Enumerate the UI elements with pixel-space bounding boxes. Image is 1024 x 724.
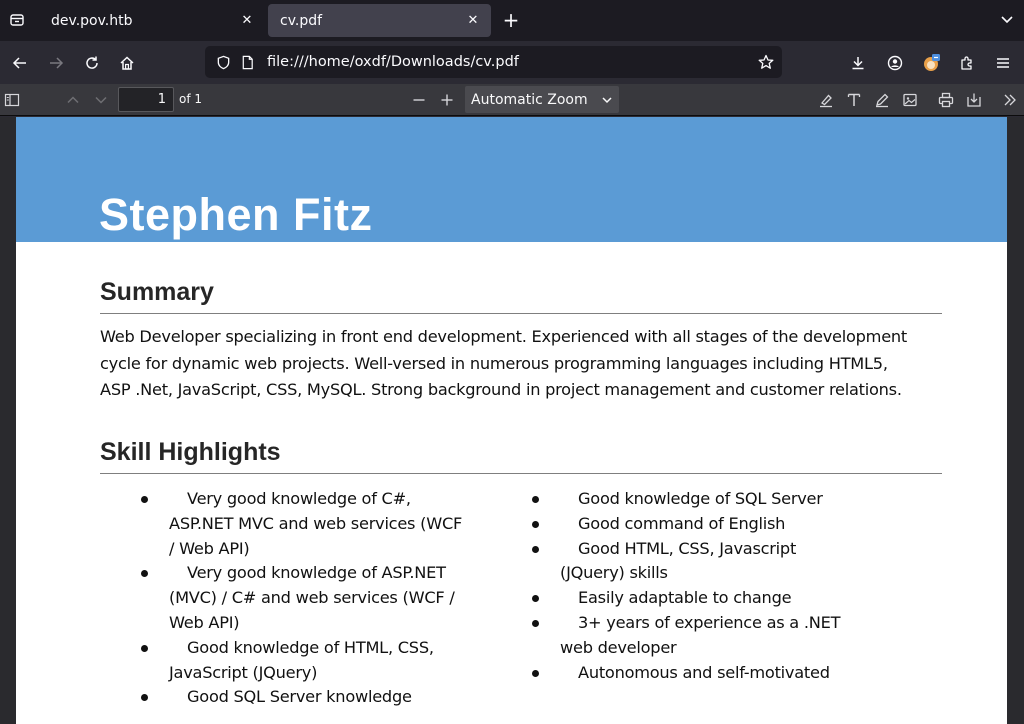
- bullet-icon: [532, 496, 539, 503]
- list-item: Good knowledge of HTML, CSS, JavaScript …: [141, 636, 489, 686]
- summary-divider: [100, 313, 942, 314]
- list-item: Very good knowledge of C#, ASP.NET MVC a…: [141, 487, 489, 561]
- name-banner: Stephen Fitz: [16, 117, 1007, 242]
- summary-line: ASP .Net, JavaScript, CSS, MySQL. Strong…: [100, 380, 902, 399]
- back-arrow-icon[interactable]: [7, 50, 33, 76]
- bookmark-star-icon[interactable]: [754, 50, 778, 74]
- tools-overflow-icon[interactable]: [998, 88, 1022, 112]
- forward-arrow-icon[interactable]: [43, 50, 69, 76]
- skill-text: Good SQL Server knowledge: [187, 687, 412, 707]
- skill-text: (JQuery) skills: [560, 563, 668, 583]
- firefox-view-icon[interactable]: [6, 9, 28, 31]
- skills-divider: [100, 473, 942, 474]
- new-tab-icon[interactable]: +: [500, 8, 522, 32]
- tab-bar: dev.pov.htb ✕ cv.pdf ✕ +: [0, 0, 1024, 41]
- zoom-select[interactable]: Automatic Zoom: [465, 86, 619, 113]
- skill-text: ASP.NET MVC and web services (WCF: [169, 513, 463, 533]
- pdf-toolbar: 1 of 1 Automatic Zoom: [0, 84, 1024, 116]
- skill-text: Web API): [169, 612, 240, 632]
- previous-page-icon[interactable]: [61, 88, 85, 112]
- skill-text: 3+ years of experience as a .NET: [578, 612, 841, 632]
- downloads-icon[interactable]: [845, 50, 871, 76]
- text-tool-icon[interactable]: [842, 88, 866, 112]
- zoom-out-icon[interactable]: [407, 88, 431, 112]
- summary-heading: Summary: [100, 278, 214, 306]
- page-icon[interactable]: [235, 50, 259, 74]
- navigation-bar: file:///home/oxdf/Downloads/cv.pdf: [0, 41, 1024, 84]
- zoom-in-icon[interactable]: [435, 88, 459, 112]
- url-text[interactable]: file:///home/oxdf/Downloads/cv.pdf: [267, 54, 754, 70]
- summary-line: Web Developer specializing in front end …: [100, 327, 908, 346]
- list-item: Easily adaptable to change: [532, 586, 860, 611]
- skill-text: (MVC) / C# and web services (WCF /: [169, 588, 455, 608]
- skill-text: Good command of English: [578, 513, 786, 533]
- list-item: Good command of English: [532, 512, 860, 537]
- chevron-down-icon: [595, 94, 619, 106]
- page-number-input[interactable]: 1: [118, 87, 174, 112]
- bullet-icon: [141, 570, 148, 578]
- bullet-icon: [141, 496, 148, 503]
- bullet-icon: [141, 644, 148, 652]
- list-item: Autonomous and self-motivated: [532, 661, 860, 686]
- save-download-icon[interactable]: [962, 88, 986, 112]
- add-image-icon[interactable]: [898, 88, 922, 112]
- skill-text: JavaScript (JQuery): [169, 662, 318, 682]
- skill-text: Good knowledge of HTML, CSS,: [187, 637, 434, 657]
- extension-fox-icon[interactable]: [918, 50, 944, 76]
- extensions-puzzle-icon[interactable]: [954, 50, 980, 76]
- skill-text: Very good knowledge of C#,: [187, 489, 411, 508]
- summary-paragraph: Web Developer specializing in front end …: [100, 324, 950, 404]
- list-item: 3+ years of experience as a .NET web dev…: [532, 611, 860, 661]
- print-icon[interactable]: [934, 88, 958, 112]
- account-icon[interactable]: [882, 50, 908, 76]
- list-item: Good SQL Server knowledge: [141, 685, 489, 710]
- pdf-page: Stephen Fitz Summary Web Developer speci…: [16, 117, 1007, 724]
- skill-text: / Web API): [169, 538, 250, 558]
- bullet-icon: [532, 595, 539, 603]
- skill-text: web developer: [560, 637, 677, 657]
- skills-list-right: Good knowledge of SQL Server Good comman…: [532, 487, 860, 686]
- sidebar-toggle-icon[interactable]: [0, 88, 24, 112]
- tab-dev-pov[interactable]: dev.pov.htb ✕: [39, 4, 265, 37]
- skills-heading: Skill Highlights: [100, 438, 281, 466]
- page-count: of 1: [179, 92, 203, 106]
- skill-text: Good HTML, CSS, Javascript: [578, 538, 797, 558]
- tab-title: dev.pov.htb: [51, 12, 133, 29]
- bullet-icon: [532, 545, 539, 553]
- skill-text: Very good knowledge of ASP.NET: [187, 563, 446, 583]
- candidate-name: Stephen Fitz: [99, 189, 373, 240]
- tab-title: cv.pdf: [280, 12, 323, 29]
- draw-pen-icon[interactable]: [870, 88, 894, 112]
- pdf-viewer[interactable]: Stephen Fitz Summary Web Developer speci…: [0, 117, 1024, 724]
- menu-hamburger-icon[interactable]: [990, 50, 1016, 76]
- skill-text: Good knowledge of SQL Server: [578, 489, 823, 508]
- list-item: Good HTML, CSS, Javascript (JQuery) skil…: [532, 537, 860, 587]
- bullet-icon: [141, 694, 148, 702]
- shield-icon[interactable]: [211, 50, 235, 74]
- highlight-icon[interactable]: [814, 88, 838, 112]
- address-bar[interactable]: file:///home/oxdf/Downloads/cv.pdf: [205, 46, 782, 78]
- list-item: Very good knowledge of ASP.NET (MVC) / C…: [141, 561, 489, 635]
- close-tab-icon[interactable]: ✕: [461, 9, 485, 33]
- summary-line: cycle for dynamic web projects. Well-ver…: [100, 353, 888, 373]
- skills-list-left: Very good knowledge of C#, ASP.NET MVC a…: [141, 487, 489, 710]
- next-page-icon[interactable]: [89, 88, 113, 112]
- reload-icon[interactable]: [79, 50, 105, 76]
- close-tab-icon[interactable]: ✕: [235, 9, 259, 33]
- list-item: Good knowledge of SQL Server: [532, 487, 860, 512]
- list-all-tabs-chevron-icon[interactable]: [1000, 11, 1014, 30]
- bullet-icon: [532, 669, 539, 677]
- skill-text: Autonomous and self-motivated: [578, 662, 830, 682]
- skill-text: Easily adaptable to change: [578, 588, 792, 608]
- bullet-icon: [532, 520, 539, 528]
- bullet-icon: [532, 619, 539, 627]
- tab-cv-pdf[interactable]: cv.pdf ✕: [268, 4, 491, 37]
- home-icon[interactable]: [114, 50, 140, 76]
- zoom-value: Automatic Zoom: [471, 91, 588, 108]
